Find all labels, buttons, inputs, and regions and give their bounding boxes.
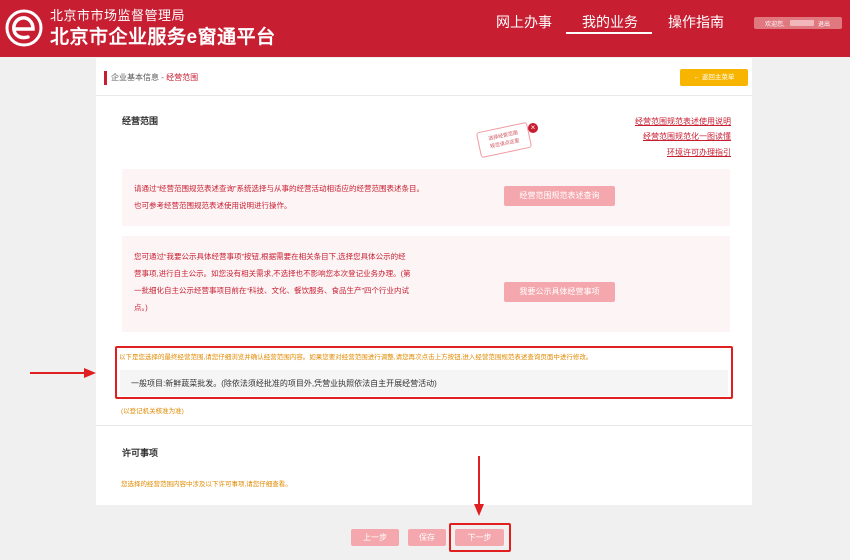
highlight-frame-scope [115,346,733,399]
scope-query-instruction: 请通过“经营范围规范表述查询”系统选择与从事的经营活动相适应的经营范围表述条目。… [134,180,424,214]
instruction-line: 一批细化自主公示经营事项目前在“科技、文化、餐饮服务、食品生产”四个行业内试 [134,286,409,295]
environment-permit-guide-link[interactable]: 环境许可办理指引 [667,147,731,158]
registration-note: (以登记机关核准为准) [121,408,184,415]
scope-section-title: 经营范围 [122,116,159,126]
breadcrumb-current: 经营范围 [166,73,199,82]
publicize-instruction: 您可通过“我要公示具体经营事项”按钮,根据需要在相关条目下,选择您具体公示的经 … [134,248,411,316]
welcome-text: 欢迎您, [765,22,785,28]
back-to-main-menu-button[interactable]: ← 返回主菜单 [680,69,748,86]
annotation-arrow-right [30,372,86,374]
breadcrumb-marker [104,71,107,85]
nav-active-indicator [566,32,652,34]
platform-name: 北京市企业服务e窗通平台 [50,27,276,48]
publicize-items-button[interactable]: 我要公示具体经营事项 [504,282,615,302]
breadcrumb: 企业基本信息 - 经营范围 [111,72,198,83]
nav-my-business[interactable]: 我的业务 [582,12,638,32]
close-icon[interactable]: × [528,123,538,133]
breadcrumb-parent: 企业基本信息 - [111,73,167,82]
instruction-line: 也可参考经营范围规范表述使用说明进行操作。 [134,201,292,210]
instruction-line: 营事项,进行自主公示。如您没有相关需求,不选择也不影响您本次登记业务办理。(第 [134,269,411,278]
highlight-frame-next [449,523,511,552]
permit-section-title: 许可事项 [122,448,159,458]
user-info-bar: 欢迎您, 退出 [754,17,842,29]
instruction-line: 您可通过“我要公示具体经营事项”按钮,根据需要在相关条目下,选择您具体公示的经 [134,252,406,261]
nav-operation-guide[interactable]: 操作指南 [668,12,724,32]
divider [96,425,752,426]
scope-usage-guide-link[interactable]: 经营范围规范表述使用说明 [635,116,731,127]
scope-infographic-link[interactable]: 经营范围规范化一图读懂 [643,131,731,142]
e-logo-icon [5,9,43,47]
instruction-line: 请通过“经营范围规范表述查询”系统选择与从事的经营活动相适应的经营范围表述条目。 [134,184,424,193]
divider [96,95,752,96]
scope-query-button[interactable]: 经营范围规范表述查询 [504,186,615,206]
arrow-right-icon [84,368,96,378]
arrow-down-icon [474,504,484,516]
save-button[interactable]: 保存 [408,529,446,546]
permit-note: 您选择的经营范围内容中涉及以下许可事项,请您仔细查看。 [121,481,292,488]
prev-step-button[interactable]: 上一步 [351,529,399,546]
instruction-line: 点。) [134,303,148,312]
nav-online-service[interactable]: 网上办事 [496,12,552,32]
annotation-arrow-down [478,456,480,506]
logout-link[interactable]: 退出 [818,19,830,28]
top-header: 北京市市场监督管理局 北京市企业服务e窗通平台 网上办事 我的业务 操作指南 欢… [0,0,850,57]
user-name-redacted [790,20,814,26]
